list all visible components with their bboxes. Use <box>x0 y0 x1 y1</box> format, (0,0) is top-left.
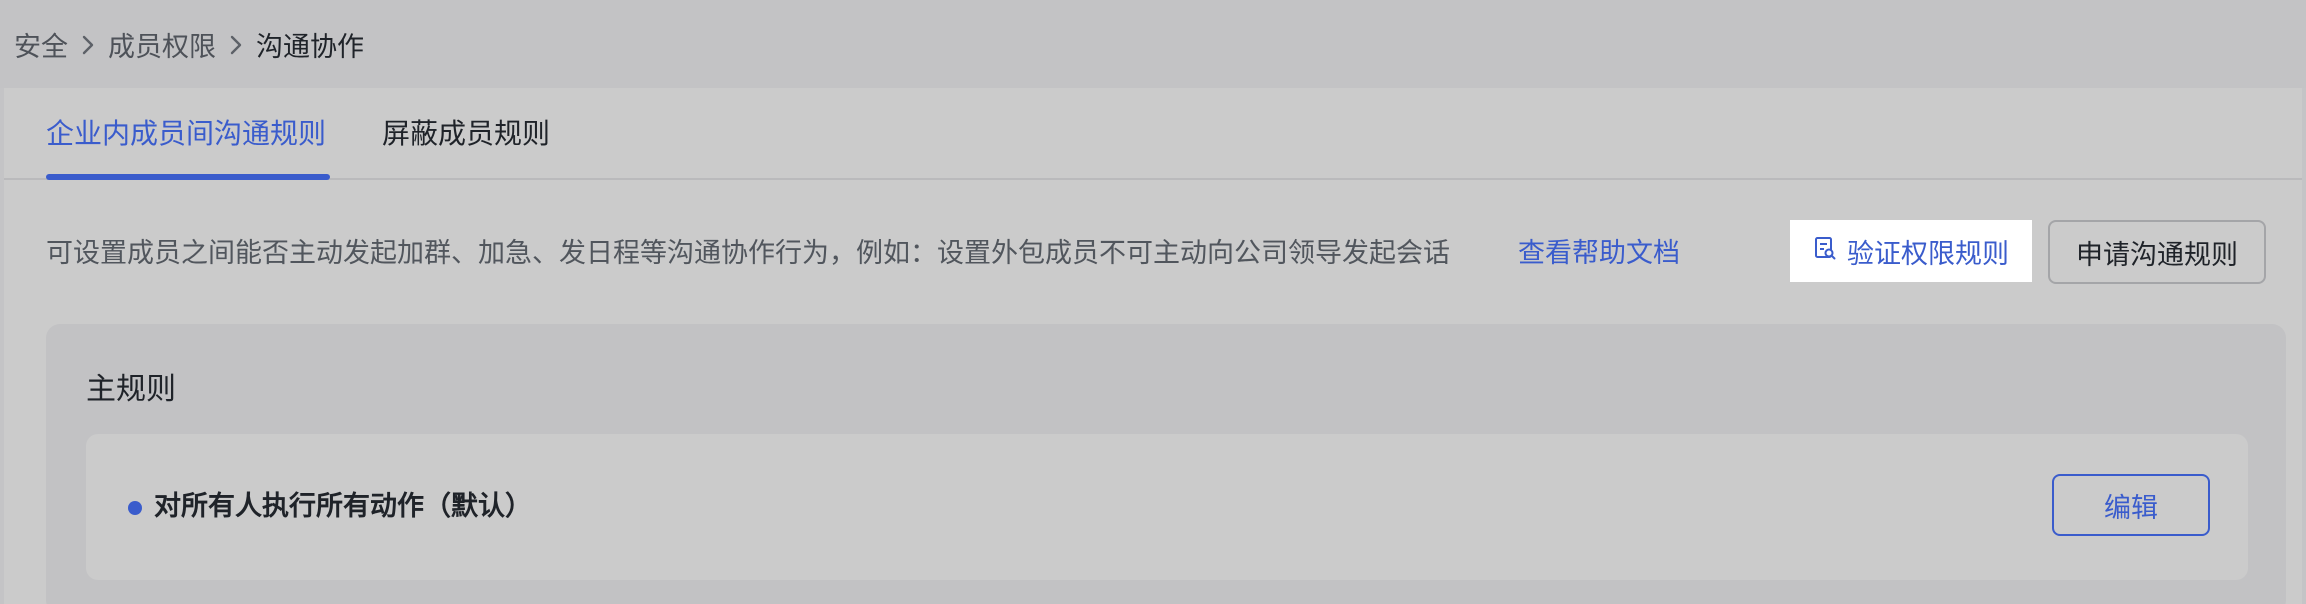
description-row: 可设置成员之间能否主动发起加群、加急、发日程等沟通协作行为，例如：设置外包成员不… <box>4 220 2302 288</box>
description-text: 可设置成员之间能否主动发起加群、加急、发日程等沟通协作行为，例如：设置外包成员不… <box>46 238 1450 269</box>
rule-item: 对所有人执行所有动作（默认） 编辑 <box>86 434 2248 580</box>
document-search-icon <box>1813 235 1837 268</box>
verify-permission-rules-button[interactable]: 验证权限规则 <box>1790 220 2032 282</box>
chevron-right-icon <box>68 29 108 60</box>
rule-text: 对所有人执行所有动作（默认） <box>154 491 532 522</box>
page: 安全 成员权限 沟通协作 企业内成员间沟通规则 屏蔽成员规则 可设置成员之间能否… <box>0 0 2306 604</box>
active-tab-indicator <box>46 174 330 180</box>
verify-permission-rules-label: 验证权限规则 <box>1847 238 2009 270</box>
bullet-dot-icon <box>128 501 142 515</box>
help-doc-link[interactable]: 查看帮助文档 <box>1518 220 1680 288</box>
breadcrumb-item-current: 沟通协作 <box>256 31 364 63</box>
edit-rule-button[interactable]: 编辑 <box>2052 474 2210 536</box>
chevron-right-icon <box>216 29 256 60</box>
breadcrumb-item-security[interactable]: 安全 <box>14 25 68 64</box>
apply-communication-rules-button[interactable]: 申请沟通规则 <box>2048 220 2266 284</box>
main-panel: 企业内成员间沟通规则 屏蔽成员规则 可设置成员之间能否主动发起加群、加急、发日程… <box>4 88 2302 604</box>
tab-internal-communication-rules[interactable]: 企业内成员间沟通规则 <box>46 88 326 180</box>
main-rules-card: 主规则 对所有人执行所有动作（默认） 编辑 <box>46 324 2286 604</box>
main-rules-title: 主规则 <box>86 372 176 407</box>
breadcrumb: 安全 成员权限 沟通协作 <box>0 0 2306 88</box>
tab-block-member-rules[interactable]: 屏蔽成员规则 <box>382 88 550 180</box>
breadcrumb-item-member-permissions[interactable]: 成员权限 <box>108 25 216 64</box>
tab-bar: 企业内成员间沟通规则 屏蔽成员规则 <box>4 88 2302 180</box>
